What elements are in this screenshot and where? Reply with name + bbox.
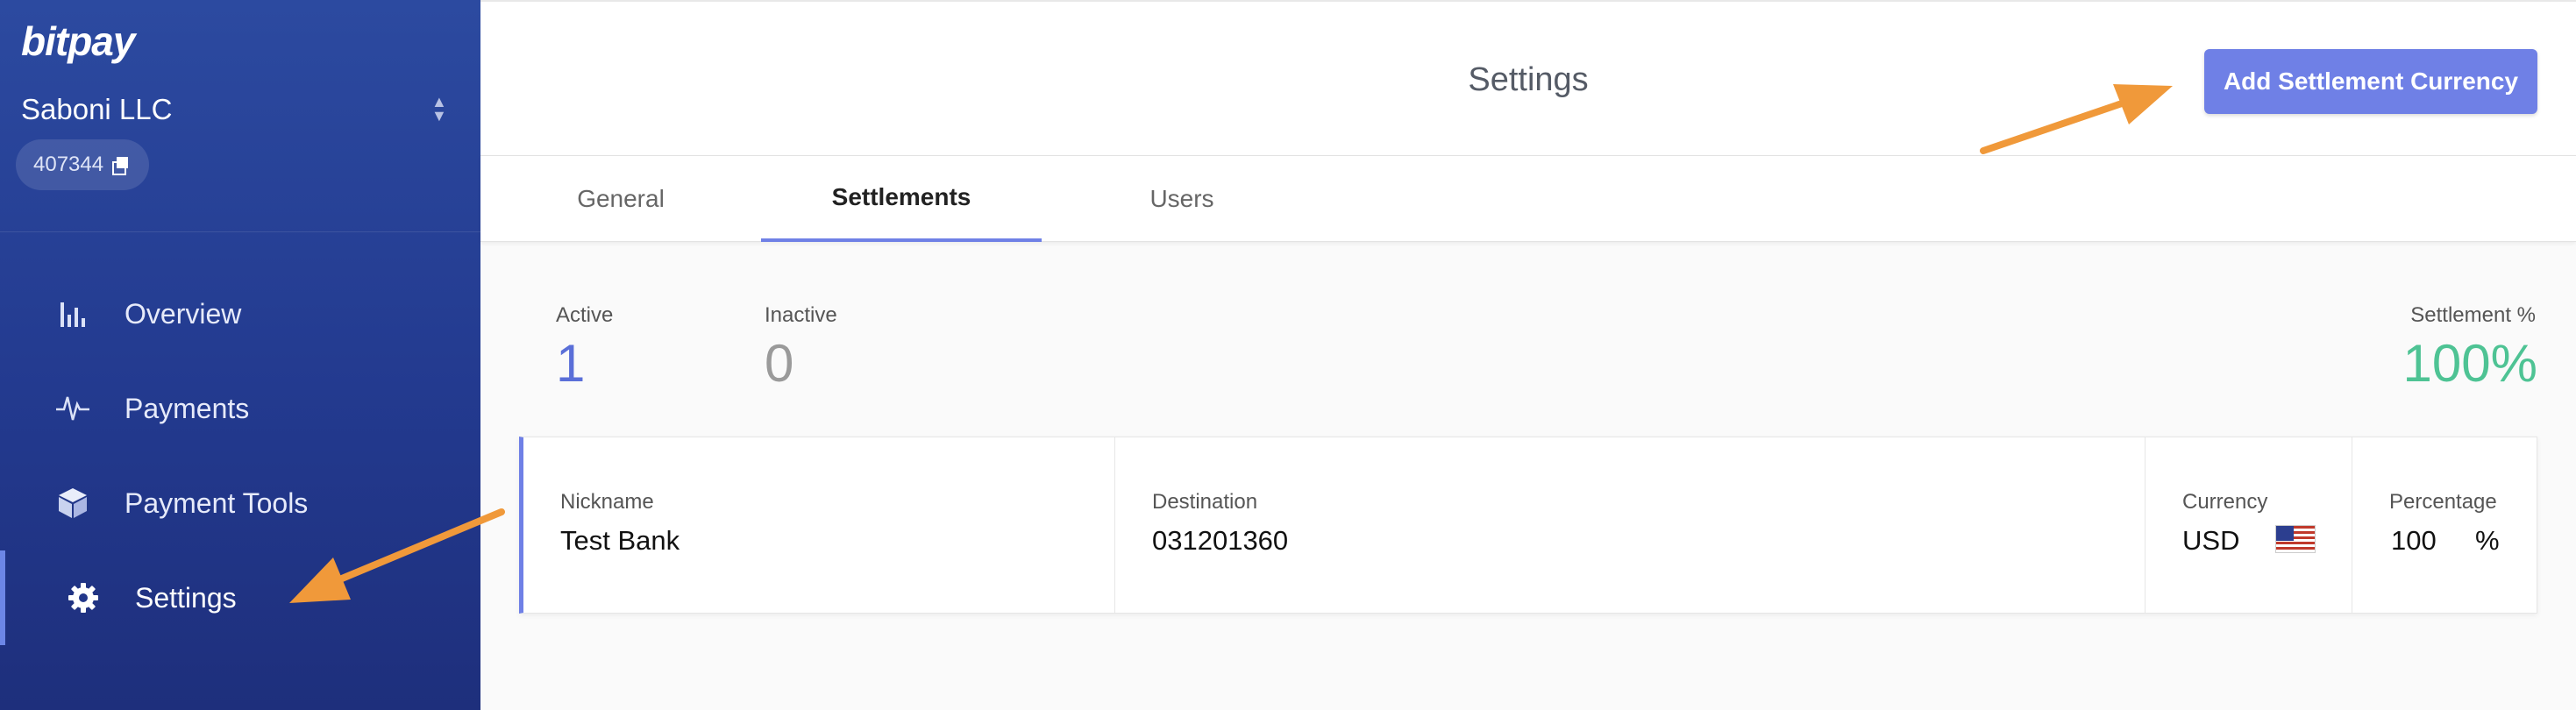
bar-chart-icon [54, 295, 91, 332]
add-settlement-currency-button[interactable]: Add Settlement Currency [2204, 49, 2537, 114]
currency-value: USD [2182, 525, 2240, 556]
pulse-icon [54, 390, 91, 427]
sidebar-item-label: Payment Tools [125, 486, 309, 519]
sidebar-item-overview[interactable]: Overview [0, 266, 480, 361]
nickname-value: Test Bank [560, 525, 680, 556]
gear-icon [65, 579, 102, 616]
nickname-cell: Nickname Test Bank [523, 437, 1115, 613]
currency-cell: Currency USD [2145, 437, 2352, 613]
settlement-row[interactable]: Nickname Test Bank Destination 031201360… [519, 437, 2537, 614]
inactive-count-label: Inactive [765, 303, 837, 327]
page-header: Settings Add Settlement Currency [480, 0, 2576, 156]
percentage-unit: % [2475, 525, 2500, 556]
destination-cell: Destination 031201360 [1115, 437, 2145, 613]
sidebar-item-settings[interactable]: Settings [0, 550, 480, 645]
destination-label: Destination [1152, 490, 1258, 514]
nickname-label: Nickname [560, 490, 654, 514]
sidebar-divider [0, 231, 480, 232]
active-count-label: Active [556, 303, 614, 327]
bitpay-logo[interactable]: bitpay [21, 18, 135, 65]
percentage-cell: Percentage 100 % [2352, 437, 2537, 613]
main-content: Settings Add Settlement Currency General… [480, 0, 2576, 710]
settlement-percent-label: Settlement % [2410, 303, 2536, 327]
organization-name[interactable]: Saboni LLC [21, 93, 172, 126]
sidebar-item-payments[interactable]: Payments [0, 361, 480, 456]
tab-users[interactable]: Users [1042, 156, 1322, 242]
percentage-value: 100 [2391, 525, 2437, 556]
org-id-badge[interactable]: 407344 [16, 139, 149, 190]
currency-label: Currency [2182, 490, 2268, 514]
cube-icon [54, 485, 91, 522]
sidebar: bitpay Saboni LLC ▲ ▼ 407344 Overview Pay… [0, 0, 480, 710]
inactive-count-value: 0 [765, 334, 794, 393]
tab-general[interactable]: General [480, 156, 761, 242]
percentage-label: Percentage [2389, 490, 2497, 514]
destination-value: 031201360 [1152, 525, 1289, 556]
sidebar-item-payment-tools[interactable]: Payment Tools [0, 456, 480, 550]
org-id-text: 407344 [33, 153, 104, 176]
us-flag-icon [2275, 525, 2316, 553]
org-switcher-icon[interactable]: ▲ ▼ [431, 94, 447, 124]
tab-bar: General Settlements Users [480, 156, 2576, 242]
settlement-percent-value: 100% [2402, 334, 2537, 393]
sidebar-item-label: Overview [125, 297, 242, 330]
tab-settlements[interactable]: Settlements [761, 156, 1042, 242]
active-count-value: 1 [556, 334, 586, 393]
sidebar-item-label: Settings [135, 581, 237, 614]
sidebar-item-label: Payments [125, 392, 250, 424]
copy-icon[interactable] [112, 157, 129, 175]
